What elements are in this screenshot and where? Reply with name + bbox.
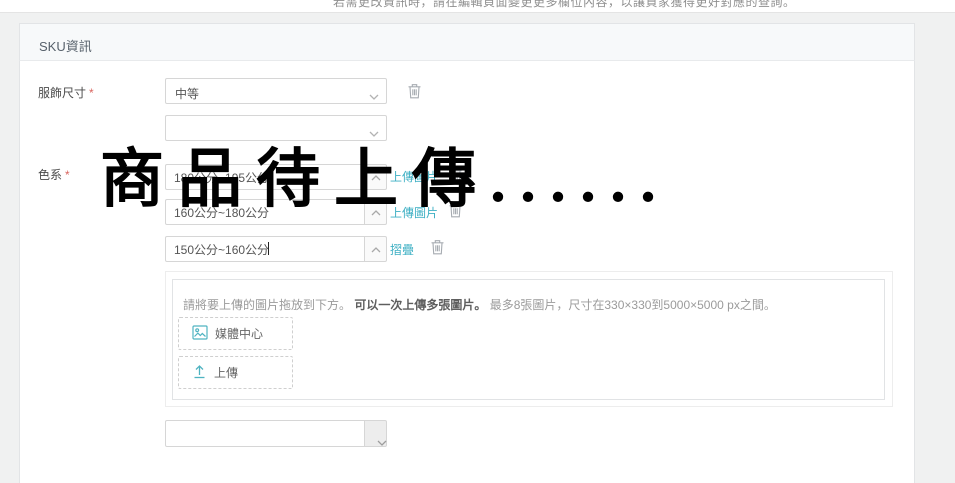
upload-hint-rest: 最多8張圖片，尺寸在330×330到5000×5000 px之間。 bbox=[486, 298, 776, 312]
sku-panel-header: SKU資訊 bbox=[19, 23, 915, 61]
media-center-label: 媒體中心 bbox=[215, 327, 264, 341]
trash-icon bbox=[448, 168, 463, 186]
page: 若需更改資訊時，請在編輯頁面變更更多欄位內容，以讓買家獲得更好對應的查詢。 SK… bbox=[0, 0, 955, 483]
sku-panel bbox=[19, 23, 915, 483]
chevron-down-icon bbox=[369, 88, 379, 106]
clothing-size-select[interactable]: 中等 bbox=[165, 78, 387, 104]
extra-variant-input[interactable] bbox=[165, 420, 365, 447]
extra-variant-dropdown-toggle[interactable] bbox=[364, 420, 387, 447]
chevron-down-icon bbox=[369, 125, 379, 143]
trash-icon bbox=[430, 240, 445, 258]
clothing-size-select-secondary[interactable] bbox=[165, 115, 387, 141]
color-variant-input-3[interactable] bbox=[165, 236, 365, 262]
clothing-size-label: 服飾尺寸 * bbox=[38, 86, 94, 100]
upload-image-link-2[interactable]: 上傳圖片 bbox=[390, 204, 438, 221]
clothing-size-select-value: 中等 bbox=[175, 87, 200, 101]
notice-text: 若需更改資訊時，請在編輯頁面變更更多欄位內容，以讓買家獲得更好對應的查詢。 bbox=[333, 0, 796, 9]
required-asterisk: * bbox=[89, 86, 94, 100]
collapse-toggle-1[interactable] bbox=[364, 164, 387, 190]
text-cursor bbox=[268, 242, 269, 255]
color-variant-input-1[interactable] bbox=[165, 164, 365, 190]
upload-hint-plain: 請將要上傳的圖片拖放到下方。 bbox=[183, 298, 355, 312]
color-variant-input-2[interactable] bbox=[165, 199, 365, 225]
collapse-link-3[interactable]: 摺疊 bbox=[390, 241, 414, 258]
media-center-button[interactable]: 媒體中心 bbox=[178, 317, 293, 350]
upload-hint-bold: 可以一次上傳多張圖片。 bbox=[354, 298, 487, 312]
required-asterisk: * bbox=[65, 168, 70, 182]
color-label: 色系 * bbox=[38, 168, 70, 182]
collapse-toggle-3[interactable] bbox=[364, 236, 387, 262]
upload-image-link-1[interactable]: 上傳圖片 bbox=[390, 168, 438, 185]
delete-color-button-3[interactable] bbox=[429, 239, 446, 257]
upload-button-label: 上傳 bbox=[214, 366, 239, 380]
trash-icon bbox=[407, 84, 422, 102]
image-icon bbox=[192, 324, 208, 343]
delete-color-button-1[interactable] bbox=[447, 167, 464, 185]
delete-color-button-2[interactable] bbox=[447, 202, 464, 220]
upload-icon bbox=[192, 364, 207, 382]
upload-button[interactable]: 上傳 bbox=[178, 356, 293, 389]
upload-hint: 請將要上傳的圖片拖放到下方。 可以一次上傳多張圖片。 最多8張圖片，尺寸在330… bbox=[183, 296, 776, 313]
trash-icon bbox=[448, 203, 463, 221]
notice-bar: 若需更改資訊時，請在編輯頁面變更更多欄位內容，以讓買家獲得更好對應的查詢。 bbox=[0, 0, 955, 13]
delete-size-button[interactable] bbox=[406, 83, 423, 101]
collapse-toggle-2[interactable] bbox=[364, 199, 387, 225]
panel-title: SKU資訊 bbox=[39, 39, 92, 54]
